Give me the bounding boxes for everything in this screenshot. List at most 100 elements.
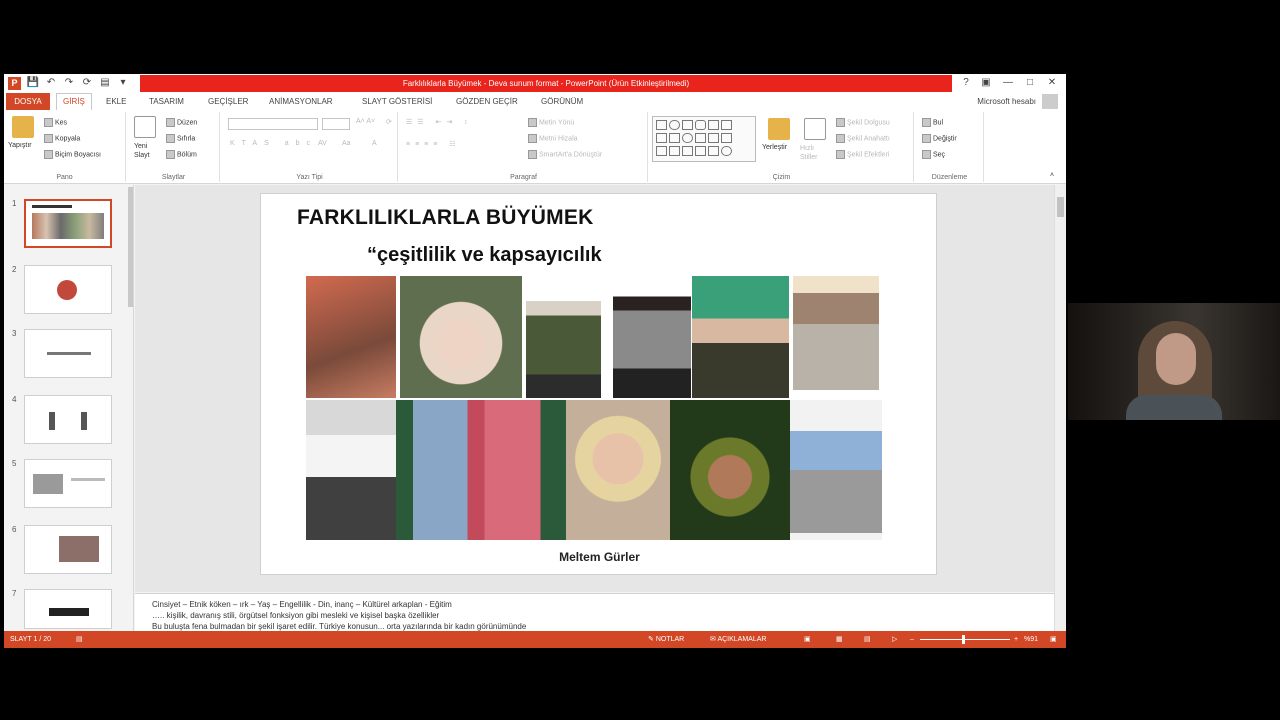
photo-woman-hijab[interactable] bbox=[400, 276, 522, 398]
shape-effects-button[interactable]: Şekil Efektleri bbox=[836, 150, 889, 159]
zoom-slider-knob[interactable] bbox=[962, 635, 965, 644]
thumbnail-slide-2[interactable] bbox=[24, 265, 112, 314]
present-icon[interactable]: ▤ bbox=[98, 76, 112, 90]
shape-heart-icon[interactable] bbox=[721, 133, 732, 143]
zoom-out-icon[interactable]: – bbox=[910, 631, 914, 648]
slide-sorter-icon[interactable]: ▦ bbox=[836, 631, 843, 648]
save-icon[interactable]: 💾 bbox=[26, 76, 40, 90]
shape-circle-icon[interactable] bbox=[682, 133, 693, 143]
thumbnails-scrollbar[interactable] bbox=[128, 187, 133, 307]
find-button[interactable]: Bul bbox=[922, 118, 943, 127]
font-grow-icon[interactable]: A˄ A˅ bbox=[356, 118, 375, 125]
font-size-combo[interactable] bbox=[322, 118, 350, 130]
new-slide-icon[interactable] bbox=[134, 116, 156, 138]
layout-button[interactable]: Düzen bbox=[166, 118, 197, 127]
help-icon[interactable]: ? bbox=[958, 76, 974, 90]
quick-styles-button[interactable]: Hızlı Stiller bbox=[800, 144, 830, 162]
undo-icon[interactable]: ↶ bbox=[44, 76, 58, 90]
tab-slideshow[interactable]: SLAYT GÖSTERİSİ bbox=[362, 93, 432, 110]
normal-view-icon[interactable]: ▣ bbox=[804, 631, 811, 648]
shape-arrow-icon[interactable] bbox=[721, 120, 732, 130]
account-name[interactable]: Microsoft hesabı bbox=[977, 93, 1036, 110]
slideshow-view-icon[interactable]: ▷ bbox=[892, 631, 897, 648]
photo-man-standing[interactable] bbox=[790, 400, 882, 540]
arrange-button[interactable]: Yerleştir bbox=[762, 144, 787, 151]
photo-man-green-hat[interactable] bbox=[670, 400, 790, 540]
copy-button[interactable]: Kopyala bbox=[44, 134, 80, 143]
shape-brace-icon[interactable] bbox=[669, 133, 680, 143]
paste-button[interactable]: Yapıştır bbox=[8, 142, 32, 149]
photo-man-wheelchair[interactable] bbox=[306, 400, 396, 540]
photo-man-red-cap[interactable] bbox=[306, 276, 396, 398]
change-case-icon[interactable]: Aa bbox=[342, 140, 351, 147]
zoom-in-icon[interactable]: + bbox=[1014, 631, 1018, 648]
shape-star-icon[interactable] bbox=[656, 133, 667, 143]
photo-elderly-man[interactable] bbox=[526, 280, 601, 398]
replace-button[interactable]: Değiştir bbox=[922, 134, 957, 143]
ribbon-display-icon[interactable]: ▣ bbox=[978, 76, 994, 90]
shape-callout-icon[interactable] bbox=[708, 133, 719, 143]
shape-rect-icon[interactable] bbox=[656, 120, 667, 130]
tab-animations[interactable]: ANİMASYONLAR bbox=[269, 93, 333, 110]
slide-scrollbar[interactable] bbox=[1054, 185, 1066, 631]
shape-rounded-icon[interactable] bbox=[695, 120, 706, 130]
photo-man-beard[interactable] bbox=[793, 276, 879, 390]
comments-toggle-button[interactable]: ✉ AÇIKLAMALAR bbox=[710, 631, 766, 648]
photo-green-hair-woman[interactable] bbox=[692, 276, 789, 398]
slide-title[interactable]: FARKLILIKLARLA BÜYÜMEK bbox=[297, 206, 593, 230]
thumbnail-slide-7[interactable] bbox=[24, 589, 112, 629]
align-text-button[interactable]: Metni Hizala bbox=[528, 134, 578, 143]
paste-icon[interactable] bbox=[12, 116, 34, 138]
quick-styles-icon[interactable] bbox=[804, 118, 826, 140]
new-slide-button[interactable]: Yeni Slayt bbox=[134, 142, 158, 160]
repeat-icon[interactable]: ⟳ bbox=[80, 76, 94, 90]
collapse-ribbon-icon[interactable]: ˄ bbox=[1050, 172, 1054, 179]
tab-review[interactable]: GÖZDEN GEÇİR bbox=[456, 93, 518, 110]
align-icons[interactable]: ≡≡≡≡ ☷ bbox=[406, 140, 461, 148]
shape-wave-icon[interactable] bbox=[682, 146, 693, 156]
tab-view[interactable]: GÖRÜNÜM bbox=[541, 93, 583, 110]
zoom-level[interactable]: %91 bbox=[1024, 631, 1038, 648]
spellcheck-icon[interactable]: ▤ bbox=[76, 631, 83, 648]
tab-home[interactable]: GİRİŞ bbox=[56, 93, 92, 110]
shape-curve-icon[interactable] bbox=[669, 146, 680, 156]
photo-businesswoman[interactable] bbox=[613, 280, 691, 398]
shape-cloud-icon[interactable] bbox=[695, 146, 706, 156]
slide-author[interactable]: Meltem Gürler bbox=[261, 550, 938, 564]
font-format-icons[interactable]: KTAS abc bbox=[230, 140, 317, 147]
thumbnail-slide-5[interactable] bbox=[24, 459, 112, 508]
slide-subtitle[interactable]: “çeşitlilik ve kapsayıcılık bbox=[367, 244, 602, 267]
tab-insert[interactable]: EKLE bbox=[106, 93, 126, 110]
cut-button[interactable]: Kes bbox=[44, 118, 67, 127]
shape-diamond-icon[interactable] bbox=[695, 133, 706, 143]
notes-pane[interactable]: Cinsiyet – Etnik köken – ırk – Yaş – Eng… bbox=[135, 593, 1054, 631]
scroll-thumb[interactable] bbox=[1057, 197, 1064, 217]
thumbnail-slide-6[interactable] bbox=[24, 525, 112, 574]
reading-view-icon[interactable]: ▤ bbox=[864, 631, 871, 648]
shape-triangle-icon[interactable] bbox=[708, 120, 719, 130]
photo-two-people-stripes[interactable] bbox=[396, 400, 566, 540]
shape-bracket-icon[interactable] bbox=[656, 146, 667, 156]
zoom-slider[interactable] bbox=[920, 639, 1010, 640]
notes-toggle-button[interactable]: ✎ NOTLAR bbox=[648, 631, 684, 648]
shape-oval-icon[interactable] bbox=[669, 120, 680, 130]
shape-smiley-icon[interactable] bbox=[721, 146, 732, 156]
text-direction-button[interactable]: Metin Yönü bbox=[528, 118, 574, 127]
thumbnail-slide-1[interactable] bbox=[24, 199, 112, 248]
select-button[interactable]: Seç bbox=[922, 150, 945, 159]
section-button[interactable]: Bölüm bbox=[166, 150, 197, 159]
customize-toolbar-icon[interactable]: ▾ bbox=[116, 76, 130, 90]
arrange-icon[interactable] bbox=[768, 118, 790, 140]
shape-line-icon[interactable] bbox=[682, 120, 693, 130]
tab-transitions[interactable]: GEÇİŞLER bbox=[208, 93, 248, 110]
fit-slide-icon[interactable]: ▣ bbox=[1050, 631, 1057, 648]
close-icon[interactable]: ✕ bbox=[1044, 76, 1060, 90]
clear-format-icon[interactable]: ⟳ bbox=[386, 118, 392, 126]
photo-blonde-woman[interactable] bbox=[566, 400, 670, 540]
slide-canvas[interactable]: FARKLILIKLARLA BÜYÜMEK “çeşitlilik ve ka… bbox=[260, 193, 937, 575]
font-color-icon[interactable]: A bbox=[372, 140, 377, 147]
redo-icon[interactable]: ↷ bbox=[62, 76, 76, 90]
shape-outline-button[interactable]: Şekil Anahattı bbox=[836, 134, 890, 143]
char-spacing-icon[interactable]: AV bbox=[318, 140, 327, 147]
shape-block-icon[interactable] bbox=[708, 146, 719, 156]
